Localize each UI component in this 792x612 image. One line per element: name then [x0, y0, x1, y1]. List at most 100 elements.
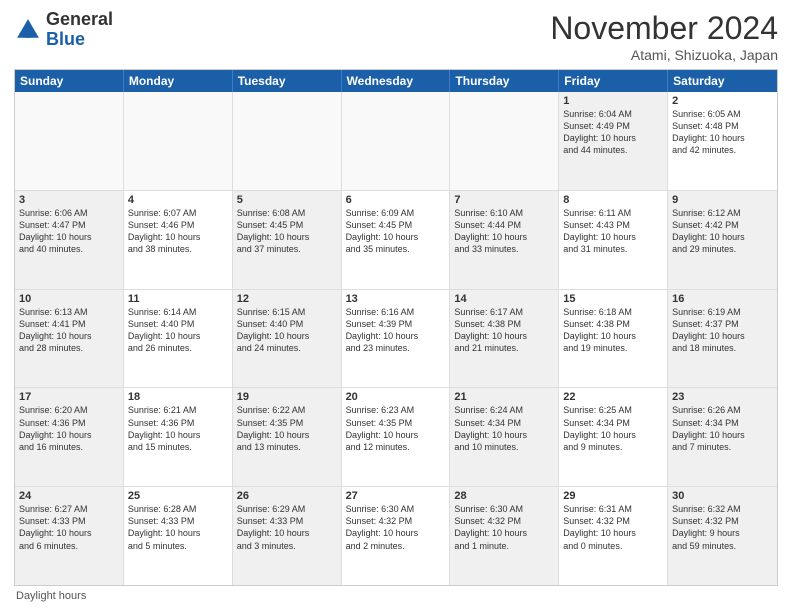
header-day-tuesday: Tuesday [233, 70, 342, 92]
day-number: 28 [454, 490, 554, 502]
day-number: 21 [454, 391, 554, 403]
day-number: 4 [128, 194, 228, 206]
calendar-cell: 16Sunrise: 6:19 AM Sunset: 4:37 PM Dayli… [668, 290, 777, 388]
day-info: Sunrise: 6:15 AM Sunset: 4:40 PM Dayligh… [237, 306, 337, 355]
day-info: Sunrise: 6:07 AM Sunset: 4:46 PM Dayligh… [128, 207, 228, 256]
day-info: Sunrise: 6:18 AM Sunset: 4:38 PM Dayligh… [563, 306, 663, 355]
calendar-cell: 14Sunrise: 6:17 AM Sunset: 4:38 PM Dayli… [450, 290, 559, 388]
calendar-cell: 6Sunrise: 6:09 AM Sunset: 4:45 PM Daylig… [342, 191, 451, 289]
calendar-cell: 20Sunrise: 6:23 AM Sunset: 4:35 PM Dayli… [342, 388, 451, 486]
calendar: SundayMondayTuesdayWednesdayThursdayFrid… [14, 69, 778, 586]
calendar-cell: 17Sunrise: 6:20 AM Sunset: 4:36 PM Dayli… [15, 388, 124, 486]
day-info: Sunrise: 6:11 AM Sunset: 4:43 PM Dayligh… [563, 207, 663, 256]
day-info: Sunrise: 6:05 AM Sunset: 4:48 PM Dayligh… [672, 108, 773, 157]
calendar-cell: 27Sunrise: 6:30 AM Sunset: 4:32 PM Dayli… [342, 487, 451, 585]
calendar-cell: 10Sunrise: 6:13 AM Sunset: 4:41 PM Dayli… [15, 290, 124, 388]
calendar-cell: 13Sunrise: 6:16 AM Sunset: 4:39 PM Dayli… [342, 290, 451, 388]
day-number: 30 [672, 490, 773, 502]
day-number: 24 [19, 490, 119, 502]
day-info: Sunrise: 6:21 AM Sunset: 4:36 PM Dayligh… [128, 404, 228, 453]
calendar-cell: 22Sunrise: 6:25 AM Sunset: 4:34 PM Dayli… [559, 388, 668, 486]
day-number: 12 [237, 293, 337, 305]
calendar-cell [124, 92, 233, 190]
logo: General Blue [14, 10, 113, 50]
calendar-week-4: 17Sunrise: 6:20 AM Sunset: 4:36 PM Dayli… [15, 388, 777, 487]
calendar-cell [450, 92, 559, 190]
calendar-cell: 24Sunrise: 6:27 AM Sunset: 4:33 PM Dayli… [15, 487, 124, 585]
footer-note: Daylight hours [14, 590, 778, 602]
day-info: Sunrise: 6:24 AM Sunset: 4:34 PM Dayligh… [454, 404, 554, 453]
logo-icon [14, 16, 42, 44]
day-info: Sunrise: 6:04 AM Sunset: 4:49 PM Dayligh… [563, 108, 663, 157]
calendar-week-1: 1Sunrise: 6:04 AM Sunset: 4:49 PM Daylig… [15, 92, 777, 191]
day-info: Sunrise: 6:08 AM Sunset: 4:45 PM Dayligh… [237, 207, 337, 256]
day-number: 25 [128, 490, 228, 502]
day-info: Sunrise: 6:25 AM Sunset: 4:34 PM Dayligh… [563, 404, 663, 453]
calendar-cell: 23Sunrise: 6:26 AM Sunset: 4:34 PM Dayli… [668, 388, 777, 486]
calendar-cell: 15Sunrise: 6:18 AM Sunset: 4:38 PM Dayli… [559, 290, 668, 388]
day-info: Sunrise: 6:10 AM Sunset: 4:44 PM Dayligh… [454, 207, 554, 256]
day-info: Sunrise: 6:28 AM Sunset: 4:33 PM Dayligh… [128, 503, 228, 552]
calendar-cell: 25Sunrise: 6:28 AM Sunset: 4:33 PM Dayli… [124, 487, 233, 585]
calendar-cell: 12Sunrise: 6:15 AM Sunset: 4:40 PM Dayli… [233, 290, 342, 388]
calendar-cell [15, 92, 124, 190]
calendar-cell: 1Sunrise: 6:04 AM Sunset: 4:49 PM Daylig… [559, 92, 668, 190]
day-number: 14 [454, 293, 554, 305]
location-subtitle: Atami, Shizuoka, Japan [550, 47, 778, 63]
day-number: 13 [346, 293, 446, 305]
title-block: November 2024 Atami, Shizuoka, Japan [550, 10, 778, 63]
day-info: Sunrise: 6:26 AM Sunset: 4:34 PM Dayligh… [672, 404, 773, 453]
header-day-thursday: Thursday [450, 70, 559, 92]
day-info: Sunrise: 6:19 AM Sunset: 4:37 PM Dayligh… [672, 306, 773, 355]
month-title: November 2024 [550, 10, 778, 47]
calendar-cell: 3Sunrise: 6:06 AM Sunset: 4:47 PM Daylig… [15, 191, 124, 289]
calendar-cell: 21Sunrise: 6:24 AM Sunset: 4:34 PM Dayli… [450, 388, 559, 486]
day-info: Sunrise: 6:13 AM Sunset: 4:41 PM Dayligh… [19, 306, 119, 355]
calendar-cell: 29Sunrise: 6:31 AM Sunset: 4:32 PM Dayli… [559, 487, 668, 585]
logo-general-text: General [46, 9, 113, 29]
calendar-week-5: 24Sunrise: 6:27 AM Sunset: 4:33 PM Dayli… [15, 487, 777, 585]
day-number: 1 [563, 95, 663, 107]
day-info: Sunrise: 6:22 AM Sunset: 4:35 PM Dayligh… [237, 404, 337, 453]
day-number: 11 [128, 293, 228, 305]
day-number: 18 [128, 391, 228, 403]
calendar-cell: 26Sunrise: 6:29 AM Sunset: 4:33 PM Dayli… [233, 487, 342, 585]
day-info: Sunrise: 6:29 AM Sunset: 4:33 PM Dayligh… [237, 503, 337, 552]
header-day-friday: Friday [559, 70, 668, 92]
header-day-monday: Monday [124, 70, 233, 92]
day-number: 17 [19, 391, 119, 403]
day-info: Sunrise: 6:14 AM Sunset: 4:40 PM Dayligh… [128, 306, 228, 355]
day-number: 26 [237, 490, 337, 502]
day-number: 5 [237, 194, 337, 206]
calendar-cell [342, 92, 451, 190]
page: General Blue November 2024 Atami, Shizuo… [0, 0, 792, 612]
header: General Blue November 2024 Atami, Shizuo… [14, 10, 778, 63]
day-number: 10 [19, 293, 119, 305]
day-number: 7 [454, 194, 554, 206]
logo-text: General Blue [46, 10, 113, 50]
calendar-cell: 28Sunrise: 6:30 AM Sunset: 4:32 PM Dayli… [450, 487, 559, 585]
calendar-header-row: SundayMondayTuesdayWednesdayThursdayFrid… [15, 70, 777, 92]
day-number: 22 [563, 391, 663, 403]
day-info: Sunrise: 6:30 AM Sunset: 4:32 PM Dayligh… [454, 503, 554, 552]
calendar-cell: 30Sunrise: 6:32 AM Sunset: 4:32 PM Dayli… [668, 487, 777, 585]
day-number: 20 [346, 391, 446, 403]
day-info: Sunrise: 6:09 AM Sunset: 4:45 PM Dayligh… [346, 207, 446, 256]
calendar-cell [233, 92, 342, 190]
day-number: 3 [19, 194, 119, 206]
day-info: Sunrise: 6:31 AM Sunset: 4:32 PM Dayligh… [563, 503, 663, 552]
day-number: 9 [672, 194, 773, 206]
calendar-cell: 2Sunrise: 6:05 AM Sunset: 4:48 PM Daylig… [668, 92, 777, 190]
day-info: Sunrise: 6:17 AM Sunset: 4:38 PM Dayligh… [454, 306, 554, 355]
calendar-cell: 7Sunrise: 6:10 AM Sunset: 4:44 PM Daylig… [450, 191, 559, 289]
calendar-week-2: 3Sunrise: 6:06 AM Sunset: 4:47 PM Daylig… [15, 191, 777, 290]
header-day-saturday: Saturday [668, 70, 777, 92]
calendar-week-3: 10Sunrise: 6:13 AM Sunset: 4:41 PM Dayli… [15, 290, 777, 389]
calendar-body: 1Sunrise: 6:04 AM Sunset: 4:49 PM Daylig… [15, 92, 777, 585]
day-number: 6 [346, 194, 446, 206]
day-number: 8 [563, 194, 663, 206]
calendar-cell: 4Sunrise: 6:07 AM Sunset: 4:46 PM Daylig… [124, 191, 233, 289]
calendar-cell: 8Sunrise: 6:11 AM Sunset: 4:43 PM Daylig… [559, 191, 668, 289]
day-info: Sunrise: 6:27 AM Sunset: 4:33 PM Dayligh… [19, 503, 119, 552]
day-info: Sunrise: 6:20 AM Sunset: 4:36 PM Dayligh… [19, 404, 119, 453]
